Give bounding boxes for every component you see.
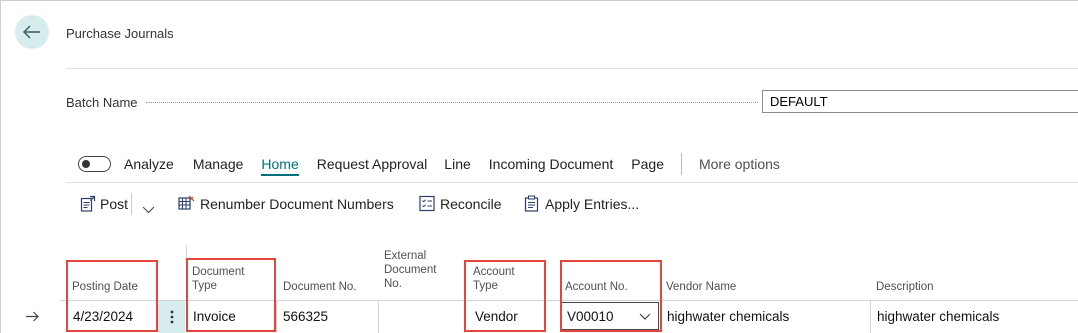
tab-home[interactable]: Home bbox=[261, 156, 300, 176]
renumber-icon bbox=[178, 195, 195, 210]
row-separator bbox=[276, 301, 277, 333]
highlight-account-no bbox=[560, 260, 662, 332]
row-document-no-cell[interactable]: 566325 bbox=[276, 301, 378, 333]
col-header-description[interactable]: Description bbox=[876, 280, 934, 294]
highlight-posting-date bbox=[66, 260, 158, 332]
reconcile-button[interactable]: Reconcile bbox=[419, 195, 501, 212]
header-divider bbox=[66, 68, 1078, 69]
apply-entries-button[interactable]: Apply Entries... bbox=[524, 195, 639, 212]
vendor-name-value: highwater chemicals bbox=[667, 309, 790, 324]
col-header-external-line2: Document bbox=[384, 264, 437, 276]
col-header-external-document-no[interactable]: External Document No. bbox=[384, 249, 436, 291]
left-border bbox=[0, 0, 1, 333]
reconcile-icon bbox=[419, 195, 435, 212]
highlight-account-type bbox=[464, 260, 546, 332]
row-arrow-icon bbox=[26, 309, 40, 325]
post-dropdown[interactable] bbox=[142, 201, 155, 217]
row-external-document-no-cell[interactable] bbox=[378, 301, 464, 333]
batch-name-label: Batch Name bbox=[66, 95, 138, 110]
chevron-down-icon bbox=[142, 206, 155, 214]
description-value: highwater chemicals bbox=[877, 309, 1000, 324]
col-header-external-line1: External bbox=[384, 250, 427, 262]
reconcile-label: Reconcile bbox=[440, 195, 502, 212]
more-vertical-icon bbox=[170, 310, 173, 324]
highlight-document-type bbox=[186, 258, 276, 332]
post-button[interactable]: Post bbox=[80, 195, 128, 212]
arrow-left-icon bbox=[23, 25, 40, 39]
renumber-document-numbers-button[interactable]: Renumber Document Numbers bbox=[178, 195, 394, 212]
row-separator bbox=[378, 301, 379, 333]
row-description-cell[interactable]: highwater chemicals bbox=[870, 301, 1078, 333]
row-vendor-name-cell[interactable]: highwater chemicals bbox=[660, 301, 870, 333]
apply-entries-icon bbox=[524, 195, 539, 212]
toggle-knob bbox=[82, 160, 90, 168]
tabs-divider-line bbox=[66, 182, 1078, 183]
tab-analyze[interactable]: Analyze bbox=[124, 156, 174, 172]
col-header-document-no[interactable]: Document No. bbox=[283, 280, 357, 294]
post-split-divider bbox=[131, 193, 132, 215]
analyze-toggle[interactable] bbox=[78, 156, 111, 172]
row-actions-button[interactable] bbox=[158, 301, 185, 333]
document-no-value: 566325 bbox=[283, 309, 329, 324]
tab-incoming-document[interactable]: Incoming Document bbox=[489, 156, 614, 172]
more-options-button[interactable]: More options bbox=[699, 156, 780, 172]
batch-name-input[interactable]: DEFAULT bbox=[762, 90, 1078, 113]
tab-manage[interactable]: Manage bbox=[193, 156, 244, 172]
renumber-label: Renumber Document Numbers bbox=[200, 195, 394, 212]
col-header-external-line3: No. bbox=[384, 278, 402, 290]
action-tabs: Analyze Manage Home Request Approval Lin… bbox=[78, 152, 780, 176]
top-border bbox=[0, 0, 1078, 1]
apply-entries-label: Apply Entries... bbox=[545, 195, 640, 212]
col-header-vendor-name[interactable]: Vendor Name bbox=[666, 280, 736, 294]
page-title: Purchase Journals bbox=[66, 26, 174, 41]
tab-request-approval[interactable]: Request Approval bbox=[317, 156, 428, 172]
tab-line[interactable]: Line bbox=[444, 156, 470, 172]
batch-name-leader bbox=[146, 102, 758, 103]
tab-page[interactable]: Page bbox=[631, 156, 664, 172]
back-button[interactable] bbox=[15, 15, 49, 49]
row-separator bbox=[870, 301, 871, 333]
tabs-divider bbox=[680, 153, 682, 175]
post-icon bbox=[80, 195, 96, 212]
post-label: Post bbox=[100, 195, 129, 212]
